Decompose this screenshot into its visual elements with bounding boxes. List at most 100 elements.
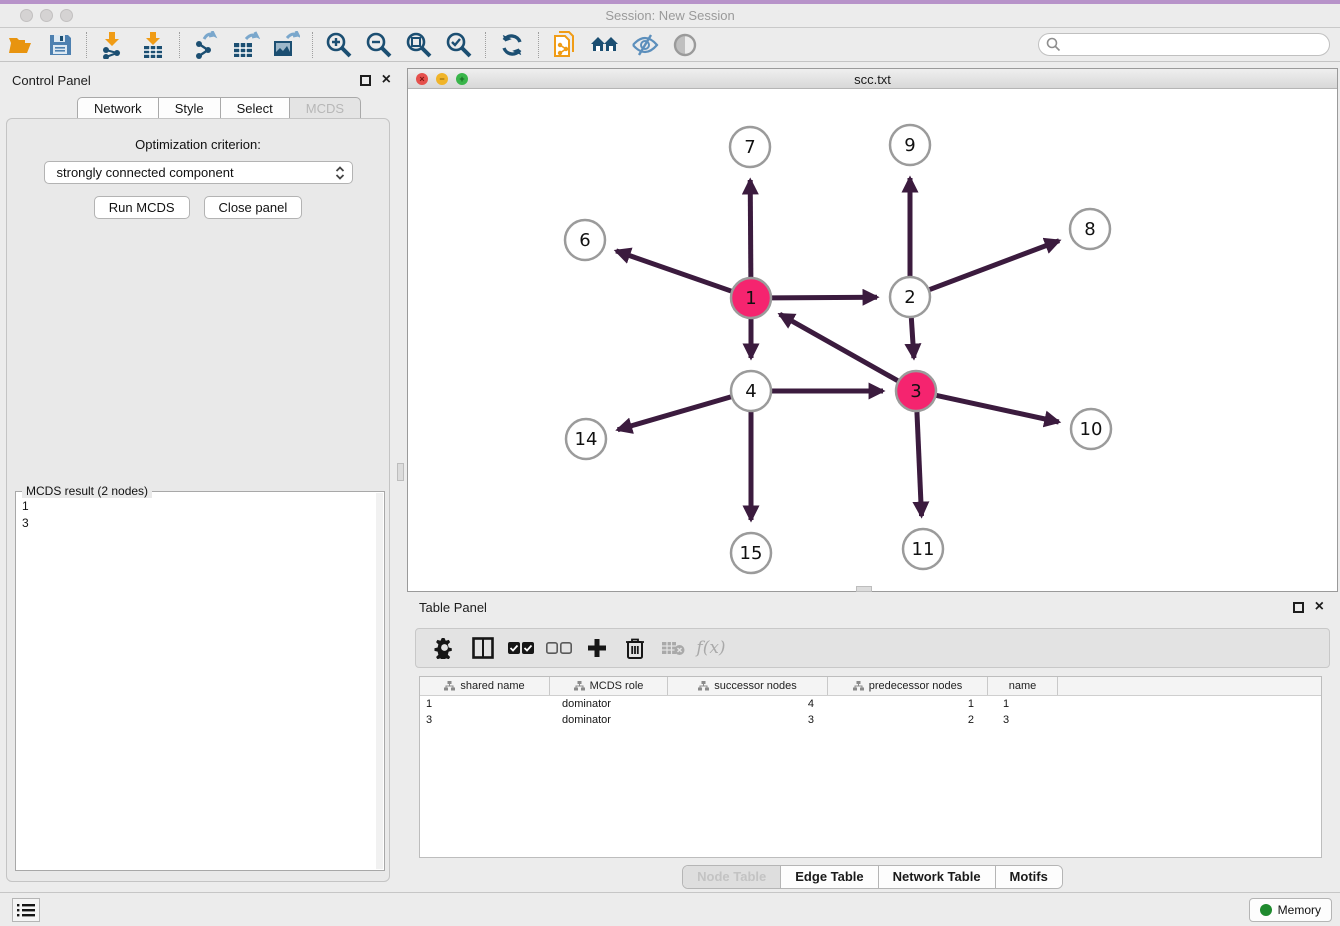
refresh-icon[interactable] xyxy=(497,31,527,59)
run-mcds-button[interactable]: Run MCDS xyxy=(94,196,190,219)
edge-1-6[interactable] xyxy=(616,251,731,291)
network-canvas[interactable]: 7968124314101511 xyxy=(408,90,1337,591)
tab-edge-table[interactable]: Edge Table xyxy=(781,866,878,888)
cell-shared-name[interactable]: 3 xyxy=(420,712,550,728)
memory-status-icon xyxy=(1260,904,1272,916)
table-header-row: shared name MCDS role successor nodes pr… xyxy=(420,677,1321,696)
delete-table-icon[interactable] xyxy=(660,635,686,661)
zoom-fit-icon[interactable] xyxy=(404,31,434,59)
open-session-icon[interactable] xyxy=(5,31,35,59)
node-label-6: 6 xyxy=(579,230,590,251)
network-window-titlebar[interactable]: × − + scc.txt xyxy=(408,69,1337,89)
close-panel-icon[interactable]: × xyxy=(382,71,391,89)
add-column-icon[interactable] xyxy=(584,635,610,661)
settings-icon[interactable] xyxy=(432,635,458,661)
edge-3-10[interactable] xyxy=(937,395,1059,422)
toolbar-separator xyxy=(538,32,539,58)
export-network-icon[interactable] xyxy=(191,31,221,59)
split-panel-icon[interactable] xyxy=(470,635,496,661)
close-panel-button[interactable]: Close panel xyxy=(204,196,303,219)
edge-1-7[interactable] xyxy=(750,180,751,277)
cell-mcds-role[interactable]: dominator xyxy=(550,712,668,728)
column-header-predecessor-nodes[interactable]: predecessor nodes xyxy=(828,677,988,695)
toolbar-separator xyxy=(179,32,180,58)
cell-name[interactable]: 1 xyxy=(988,696,1058,712)
network-overview-icon[interactable] xyxy=(590,31,620,59)
function-builder-icon[interactable]: f(x) xyxy=(698,635,724,661)
toolbar-separator xyxy=(485,32,486,58)
import-network-icon[interactable] xyxy=(98,31,128,59)
tab-style[interactable]: Style xyxy=(158,97,220,119)
cell-shared-name[interactable]: 1 xyxy=(420,696,550,712)
criterion-value: strongly connected component xyxy=(57,165,234,180)
node-label-14: 14 xyxy=(575,429,598,450)
titlebar: Session: New Session xyxy=(0,4,1340,28)
tab-mcds[interactable]: MCDS xyxy=(289,97,361,119)
import-table-icon[interactable] xyxy=(138,31,168,59)
column-header-mcds-role[interactable]: MCDS role xyxy=(550,677,668,695)
edge-2-3[interactable] xyxy=(911,318,914,358)
show-graphics-details-icon[interactable] xyxy=(670,31,700,59)
main-toolbar xyxy=(0,28,1340,62)
cell-predecessor-nodes[interactable]: 2 xyxy=(828,712,988,728)
node-table[interactable]: shared name MCDS role successor nodes pr… xyxy=(419,676,1322,858)
duplicate-network-icon[interactable] xyxy=(550,31,580,59)
network-window: × − + scc.txt 7968124314101511 xyxy=(407,68,1338,592)
mcds-result-scrollbar[interactable] xyxy=(376,493,383,869)
column-header-shared-name[interactable]: shared name xyxy=(420,677,550,695)
cell-successor-nodes[interactable]: 3 xyxy=(668,712,828,728)
select-all-icon[interactable] xyxy=(508,635,534,661)
optimization-criterion-label: Optimization criterion: xyxy=(7,137,389,152)
hide-graphics-details-icon[interactable] xyxy=(630,31,660,59)
column-header-name[interactable]: name xyxy=(988,677,1058,695)
table-panel: Table Panel × f(x) shared name MCDS role xyxy=(407,595,1338,890)
cell-mcds-role[interactable]: dominator xyxy=(550,696,668,712)
node-label-11: 11 xyxy=(912,539,935,560)
mcds-result-text[interactable]: 1 3 xyxy=(22,498,372,866)
window-title: Session: New Session xyxy=(0,8,1340,23)
edge-4-14[interactable] xyxy=(618,397,731,430)
deselect-all-icon[interactable] xyxy=(546,635,572,661)
memory-button[interactable]: Memory xyxy=(1249,898,1332,922)
network-window-title: scc.txt xyxy=(408,72,1337,87)
edge-3-11[interactable] xyxy=(917,412,922,516)
tab-select[interactable]: Select xyxy=(220,97,289,119)
select-stepper-icon xyxy=(335,165,345,187)
tab-motifs[interactable]: Motifs xyxy=(996,866,1062,888)
float-panel-icon[interactable] xyxy=(360,75,371,86)
node-label-8: 8 xyxy=(1084,219,1095,240)
cell-successor-nodes[interactable]: 4 xyxy=(668,696,828,712)
edge-1-2[interactable] xyxy=(772,297,877,298)
export-image-icon[interactable] xyxy=(271,31,301,59)
cell-predecessor-nodes[interactable]: 1 xyxy=(828,696,988,712)
tab-network[interactable]: Network xyxy=(77,97,158,119)
save-session-icon[interactable] xyxy=(45,31,75,59)
table-row[interactable]: 1 dominator 4 1 1 xyxy=(420,696,1321,712)
export-table-icon[interactable] xyxy=(231,31,261,59)
node-label-3: 3 xyxy=(910,381,921,402)
node-label-7: 7 xyxy=(744,137,755,158)
zoom-selected-icon[interactable] xyxy=(444,31,474,59)
vertical-splitter-handle[interactable] xyxy=(397,463,404,481)
horizontal-splitter-handle[interactable] xyxy=(856,586,872,592)
edge-3-1[interactable] xyxy=(780,314,898,380)
node-label-2: 2 xyxy=(904,287,915,308)
edge-2-8[interactable] xyxy=(930,241,1059,290)
mcds-panel: Optimization criterion: strongly connect… xyxy=(6,118,390,882)
column-header-successor-nodes[interactable]: successor nodes xyxy=(668,677,828,695)
zoom-in-icon[interactable] xyxy=(324,31,354,59)
memory-label: Memory xyxy=(1278,903,1321,917)
cell-name[interactable]: 3 xyxy=(988,712,1058,728)
float-table-panel-icon[interactable] xyxy=(1293,602,1304,613)
close-table-panel-icon[interactable]: × xyxy=(1315,598,1324,616)
node-label-1: 1 xyxy=(745,288,756,309)
task-history-button[interactable] xyxy=(12,898,40,922)
table-row[interactable]: 3 dominator 3 2 3 xyxy=(420,712,1321,728)
tab-network-table[interactable]: Network Table xyxy=(879,866,996,888)
delete-column-icon[interactable] xyxy=(622,635,648,661)
search-input[interactable] xyxy=(1038,33,1330,56)
tab-node-table[interactable]: Node Table xyxy=(683,866,781,888)
zoom-out-icon[interactable] xyxy=(364,31,394,59)
criterion-select[interactable]: strongly connected component xyxy=(44,161,353,184)
node-label-10: 10 xyxy=(1080,419,1103,440)
